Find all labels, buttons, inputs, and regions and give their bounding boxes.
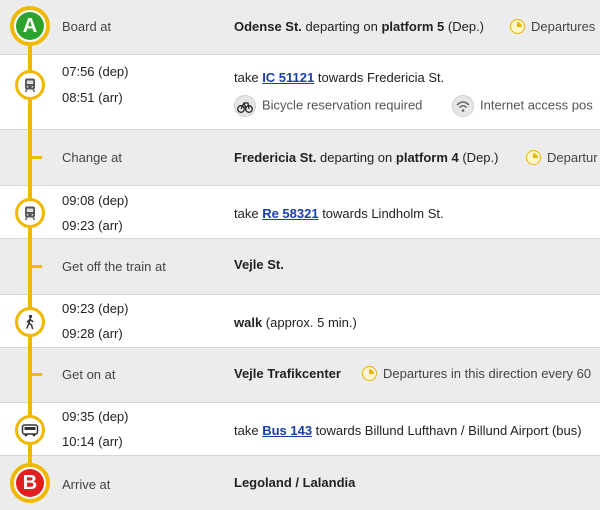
- arrive-label: Arrive at: [62, 477, 111, 492]
- route-tick: [32, 373, 42, 376]
- change-detail: Fredericia St. departing on platform 4 (…: [234, 150, 498, 165]
- board-label: Board at: [62, 19, 112, 34]
- leg3-bus-link[interactable]: Bus 143: [262, 423, 312, 438]
- train-icon: [24, 78, 36, 93]
- arrive-detail: Legoland / Lalandia: [234, 475, 355, 490]
- wifi-icon: [452, 95, 474, 117]
- change-label: Change at: [62, 150, 122, 165]
- bus-icon: [21, 424, 39, 437]
- leg2-arr: 09:23 (arr): [62, 218, 123, 233]
- clock-icon: [510, 19, 525, 34]
- leg1-take: take: [234, 70, 263, 85]
- walk-marker: [15, 307, 45, 337]
- leg1-towards: towards Fredericia St.: [314, 70, 445, 85]
- bike-note-label: Bicycle reservation required: [262, 97, 423, 113]
- leg2-towards: towards Lindholm St.: [318, 206, 444, 221]
- geton-departures[interactable]: Departures in this direction every 60: [362, 366, 591, 381]
- getoff-row: Get off the train at Vejle St.: [0, 239, 600, 295]
- train-icon: [24, 206, 36, 221]
- walk-arr: 09:28 (arr): [62, 326, 123, 341]
- board-detail: Odense St. departing on platform 5 (Dep.…: [234, 19, 484, 34]
- start-marker: A: [10, 6, 50, 46]
- walk-row: 09:23 (dep) 09:28 (arr) walk (approx. 5 …: [0, 295, 600, 348]
- wifi-note: Internet access pos: [452, 95, 593, 117]
- leg2-dep: 09:08 (dep): [62, 193, 129, 208]
- leg1-detail: take IC 51121 towards Fredericia St.: [234, 70, 444, 85]
- board-station: Odense St.: [234, 19, 302, 34]
- start-letter: A: [16, 12, 44, 40]
- wifi-note-label: Internet access pos: [480, 97, 593, 113]
- leg2-row: 09:08 (dep) 09:23 (arr) take Re 58321 to…: [0, 186, 600, 239]
- end-letter: B: [16, 469, 44, 497]
- leg2-train-link[interactable]: Re 58321: [262, 206, 318, 221]
- change-platform: platform 4: [395, 150, 459, 165]
- geton-label: Get on at: [62, 367, 116, 382]
- leg3-take: take: [234, 423, 263, 438]
- leg3-dep: 09:35 (dep): [62, 409, 129, 424]
- walk-dep: 09:23 (dep): [62, 301, 129, 316]
- leg1-train-link[interactable]: IC 51121: [262, 70, 314, 85]
- leg3-detail: take Bus 143 towards Billund Lufthavn / …: [234, 423, 582, 438]
- walk-rest: (approx. 5 min.): [262, 315, 357, 330]
- change-row: Change at Fredericia St. departing on pl…: [0, 130, 600, 186]
- bicycle-icon: [234, 95, 256, 117]
- bike-note: Bicycle reservation required: [234, 95, 422, 117]
- getoff-station: Vejle St.: [234, 257, 284, 272]
- leg3-row: 09:35 (dep) 10:14 (arr) take Bus 143 tow…: [0, 403, 600, 456]
- board-platform: platform 5: [381, 19, 445, 34]
- clock-icon: [526, 150, 541, 165]
- route-tick: [32, 156, 42, 159]
- change-departures[interactable]: Departur: [526, 150, 598, 165]
- leg3-arr: 10:14 (arr): [62, 434, 123, 449]
- clock-icon: [362, 366, 377, 381]
- leg3-towards: towards Billund Lufthavn / Billund Airpo…: [312, 423, 582, 438]
- bus-marker: [15, 415, 45, 445]
- end-marker: B: [10, 463, 50, 503]
- change-station: Fredericia St.: [234, 150, 317, 165]
- leg1-arr: 08:51 (arr): [62, 90, 123, 105]
- train-marker: [15, 198, 45, 228]
- change-dep: (Dep.): [458, 150, 499, 165]
- walk-detail: walk (approx. 5 min.): [234, 315, 357, 330]
- leg2-take: take: [234, 206, 263, 221]
- getoff-detail: Vejle St.: [234, 257, 284, 272]
- route-tick: [32, 265, 42, 268]
- change-departures-label: Departur: [547, 150, 598, 165]
- start-row: Board at Odense St. departing on platfor…: [0, 0, 600, 55]
- end-row: Arrive at Legoland / Lalandia: [0, 456, 600, 510]
- walk-mode: walk: [234, 315, 263, 330]
- board-mid: departing on: [301, 19, 382, 34]
- walking-person-icon: [26, 314, 34, 330]
- geton-station: Vejle Trafikcenter: [234, 366, 341, 381]
- board-departures[interactable]: Departures: [510, 19, 595, 34]
- board-dep: (Dep.): [444, 19, 485, 34]
- getoff-label: Get off the train at: [62, 259, 166, 274]
- leg1-row: 07:56 (dep) 08:51 (arr) take IC 51121 to…: [0, 55, 600, 130]
- leg1-dep: 07:56 (dep): [62, 64, 129, 79]
- geton-detail: Vejle Trafikcenter: [234, 366, 341, 381]
- change-mid: departing on: [316, 150, 396, 165]
- board-departures-label: Departures: [531, 19, 596, 34]
- geton-departures-label: Departures in this direction every 60: [383, 366, 592, 381]
- arrive-station: Legoland / Lalandia: [234, 475, 356, 490]
- train-marker: [15, 70, 45, 100]
- geton-row: Get on at Vejle Trafikcenter Departures …: [0, 348, 600, 403]
- leg2-detail: take Re 58321 towards Lindholm St.: [234, 206, 444, 221]
